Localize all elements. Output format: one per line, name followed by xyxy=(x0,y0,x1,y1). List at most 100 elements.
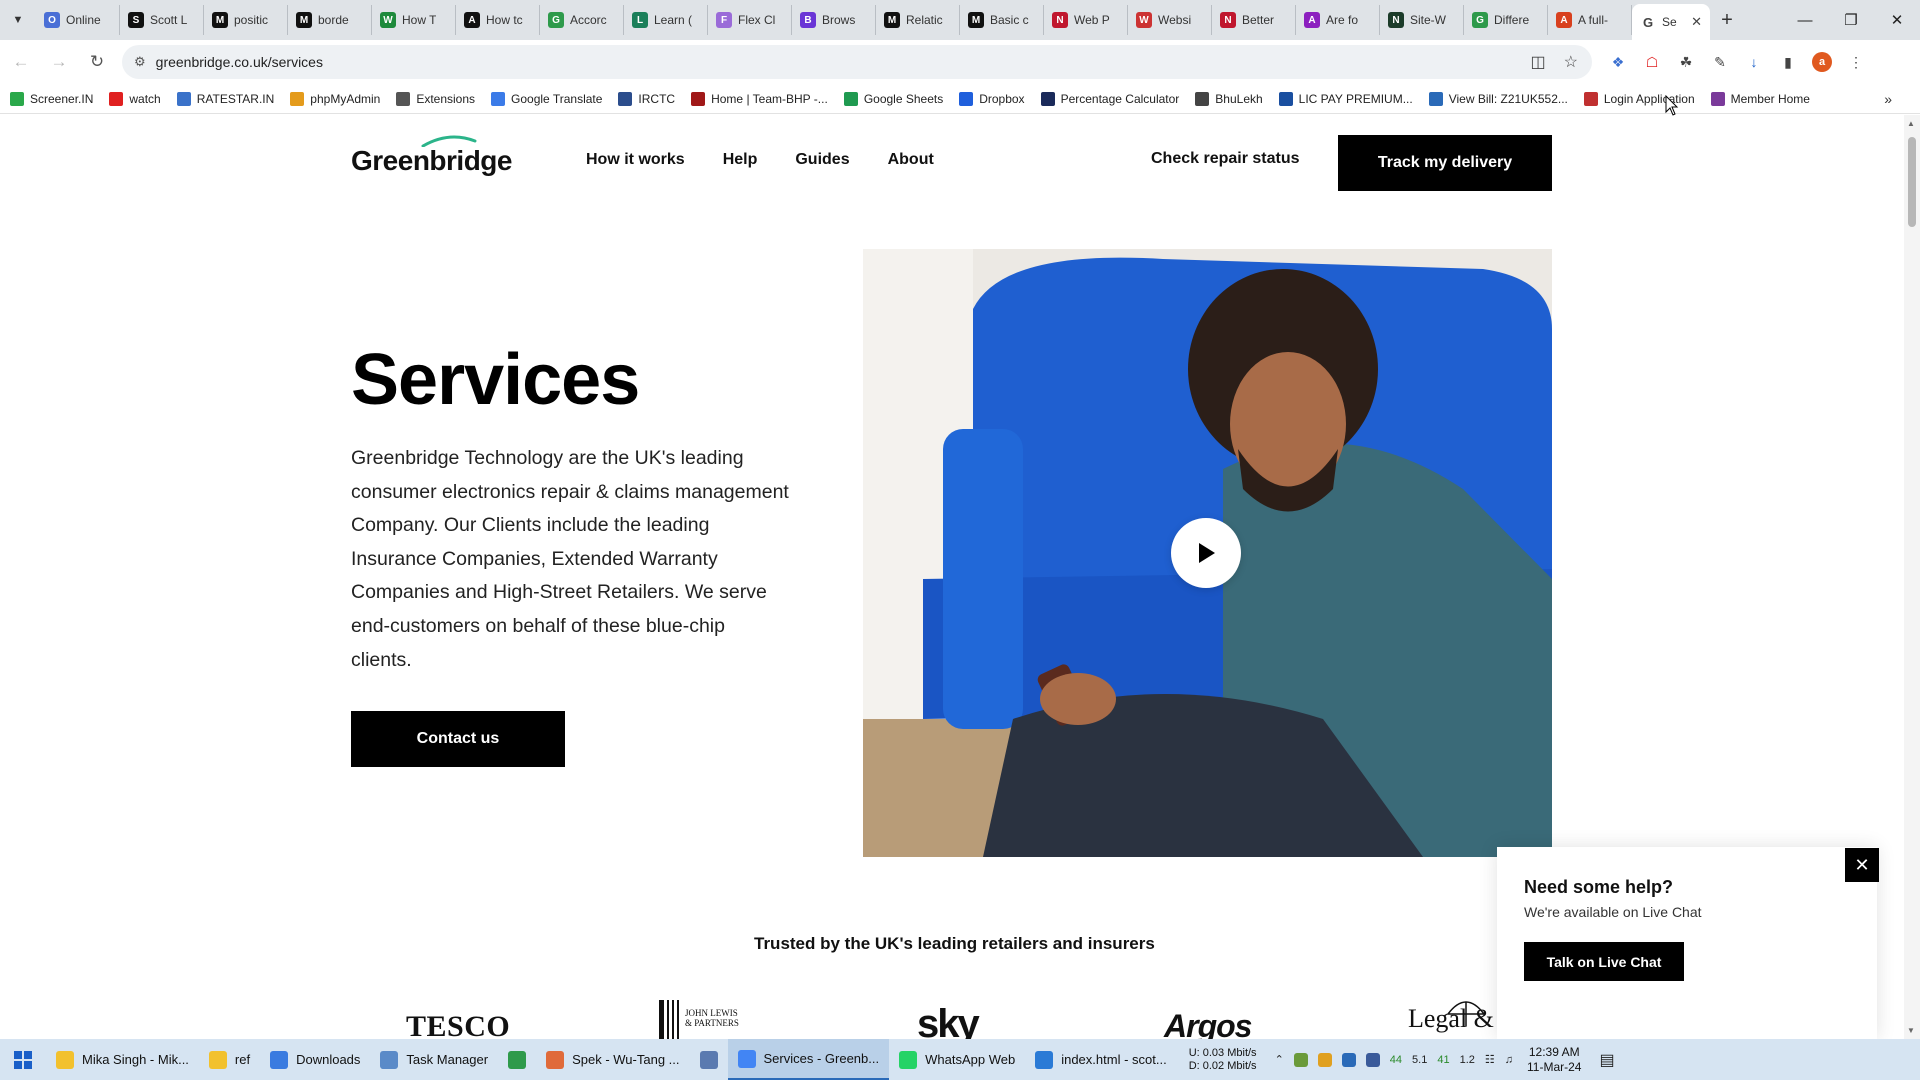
browser-tab[interactable]: G Accorc xyxy=(540,5,624,35)
browser-tab[interactable]: M Basic c xyxy=(960,5,1044,35)
browser-tab[interactable]: O Online xyxy=(36,5,120,35)
taskbar-app[interactable]: Downloads xyxy=(260,1039,370,1080)
bookmark-item[interactable]: IRCTC xyxy=(618,91,675,106)
windows-start-icon[interactable] xyxy=(0,1039,46,1080)
bookmark-item[interactable]: Dropbox xyxy=(959,91,1025,106)
bookmark-item[interactable]: Screener.IN xyxy=(10,91,93,106)
scroll-down-icon[interactable]: ▼ xyxy=(1907,1026,1915,1035)
help-subtitle: We're available on Live Chat xyxy=(1524,904,1702,920)
bookmark-item[interactable]: BhuLekh xyxy=(1195,91,1263,106)
tray-shield-icon[interactable] xyxy=(1341,1052,1356,1067)
browser-tab[interactable]: Mpositic xyxy=(204,5,288,35)
menu-icon[interactable]: ⋮ xyxy=(1846,52,1866,72)
close-tab-icon[interactable]: ✕ xyxy=(1691,14,1702,30)
live-chat-button[interactable]: Talk on Live Chat xyxy=(1524,942,1684,981)
bookmark-label: Google Translate xyxy=(511,91,603,106)
bookmark-star-icon[interactable]: ☆ xyxy=(1564,52,1578,72)
browser-tab[interactable]: Mborde xyxy=(288,5,372,35)
taskbar-app[interactable]: index.html - scot... xyxy=(1025,1039,1176,1080)
browser-tab[interactable]: G Differe xyxy=(1464,5,1548,35)
bookmark-item[interactable]: View Bill: Z21UK552... xyxy=(1428,91,1568,106)
nav-help[interactable]: Help xyxy=(723,151,758,169)
scroll-up-icon[interactable]: ▲ xyxy=(1907,119,1915,128)
taskbar-app[interactable]: Task Manager xyxy=(370,1039,498,1080)
tray-search-icon[interactable] xyxy=(1317,1052,1332,1067)
side-panel-icon[interactable]: ▮ xyxy=(1778,52,1798,72)
shield-icon[interactable]: ☖ xyxy=(1642,52,1662,72)
taskbar-app[interactable]: ref xyxy=(199,1039,260,1080)
forward-icon[interactable]: → xyxy=(42,45,76,79)
browser-tab[interactable]: F Flex Cl xyxy=(708,5,792,35)
close-help-icon[interactable]: ✕ xyxy=(1845,848,1879,882)
reload-icon[interactable]: ↻ xyxy=(80,45,114,79)
scroll-thumb[interactable] xyxy=(1908,137,1916,227)
new-tab-button[interactable]: + xyxy=(1710,9,1744,32)
bookmark-item[interactable]: Percentage Calculator xyxy=(1040,91,1179,106)
check-repair-status-link[interactable]: Check repair status xyxy=(1151,150,1300,168)
taskbar-app[interactable] xyxy=(498,1039,536,1080)
tab-label: Flex Cl xyxy=(738,13,776,27)
browser-tab[interactable]: N Better xyxy=(1212,5,1296,35)
bookmark-item[interactable]: watch xyxy=(109,91,161,106)
tray-globe-icon[interactable] xyxy=(1365,1052,1380,1067)
hero-video[interactable] xyxy=(863,249,1552,857)
play-icon[interactable] xyxy=(1171,518,1241,588)
wifi-icon[interactable]: ☷ xyxy=(1485,1053,1495,1066)
page-scrollbar[interactable]: ▲ ▼ xyxy=(1904,115,1920,1039)
site-info-icon[interactable]: ⚙ xyxy=(134,54,146,70)
bookmark-item[interactable]: Member Home xyxy=(1710,91,1810,106)
browser-tab[interactable]: N Site-W xyxy=(1380,5,1464,35)
browser-tab[interactable]: M Relatic xyxy=(876,5,960,35)
bookmark-item[interactable]: phpMyAdmin xyxy=(290,91,380,106)
tray-app-icon[interactable] xyxy=(1293,1052,1308,1067)
bookmark-item[interactable]: RATESTAR.IN xyxy=(176,91,274,106)
browser-tab[interactable]: W Websi xyxy=(1128,5,1212,35)
back-icon[interactable]: ← xyxy=(4,45,38,79)
profile-avatar[interactable]: a xyxy=(1812,52,1832,72)
nav-guides[interactable]: Guides xyxy=(795,151,849,169)
browser-tab[interactable]: N Web P xyxy=(1044,5,1128,35)
extension-icon[interactable]: ❖ xyxy=(1608,52,1628,72)
more-bookmarks-icon[interactable]: » xyxy=(1884,91,1892,107)
bookmark-item[interactable]: Extensions xyxy=(396,91,475,106)
restore-icon[interactable]: ❐ xyxy=(1828,0,1874,40)
puzzle-icon[interactable]: ✎ xyxy=(1710,52,1730,72)
track-delivery-button[interactable]: Track my delivery xyxy=(1338,135,1552,191)
bookmark-label: LIC PAY PREMIUM... xyxy=(1298,91,1413,106)
taskbar-app[interactable]: Services - Greenb... xyxy=(727,1039,890,1080)
bookmark-item[interactable]: Google Sheets xyxy=(843,91,943,106)
notifications-icon[interactable]: ▤ xyxy=(1599,1050,1614,1070)
bookmark-item[interactable]: Home | Team-BHP -... xyxy=(691,91,828,106)
bookmark-item[interactable]: LIC PAY PREMIUM... xyxy=(1278,91,1413,106)
bookmarks-bar: Screener.IN watch RATESTAR.IN phpMyAdmin Ext… xyxy=(0,84,1920,114)
close-window-icon[interactable]: ✕ xyxy=(1874,0,1920,40)
browser-tab[interactable]: A A full- xyxy=(1548,5,1632,35)
address-bar[interactable]: ⚙ greenbridge.co.uk/services ◫ ☆ xyxy=(122,45,1592,79)
bookmark-item[interactable]: Google Translate xyxy=(491,91,603,106)
bug-icon[interactable]: ☘ xyxy=(1676,52,1696,72)
nav-how-it-works[interactable]: How it works xyxy=(586,151,685,169)
browser-tab[interactable]: S Scott L xyxy=(120,5,204,35)
install-app-icon[interactable]: ◫ xyxy=(1531,52,1546,72)
volume-icon[interactable]: ♫ xyxy=(1505,1054,1513,1066)
taskbar-app[interactable]: Mika Singh - Mik... xyxy=(46,1039,199,1080)
browser-tab[interactable]: A Are fo xyxy=(1296,5,1380,35)
nav-about[interactable]: About xyxy=(888,151,934,169)
tab-search-icon[interactable]: ▼ xyxy=(0,0,36,40)
browser-tab[interactable]: B Brows xyxy=(792,5,876,35)
tab-favicon-icon: N xyxy=(1388,12,1404,28)
minimize-icon[interactable]: — xyxy=(1782,0,1828,40)
browser-tab[interactable]: A How tc xyxy=(456,5,540,35)
taskbar-app[interactable]: Spek - Wu-Tang ... xyxy=(536,1039,689,1080)
taskbar-app[interactable]: WhatsApp Web xyxy=(889,1039,1025,1080)
taskbar-app[interactable] xyxy=(690,1039,728,1080)
tray-expand-icon[interactable]: ⌃ xyxy=(1275,1053,1284,1066)
browser-tab[interactable]: L Learn ( xyxy=(624,5,708,35)
download-icon[interactable]: ↓ xyxy=(1744,52,1764,72)
clock[interactable]: 12:39 AM 11-Mar-24 xyxy=(1527,1045,1581,1075)
active-browser-tab[interactable]: G Se ✕ xyxy=(1632,4,1710,40)
url-text[interactable]: greenbridge.co.uk/services xyxy=(156,54,323,70)
greenbridge-logo[interactable]: Greenbridge xyxy=(351,135,512,185)
browser-tab[interactable]: W How T xyxy=(372,5,456,35)
contact-us-button[interactable]: Contact us xyxy=(351,711,565,767)
